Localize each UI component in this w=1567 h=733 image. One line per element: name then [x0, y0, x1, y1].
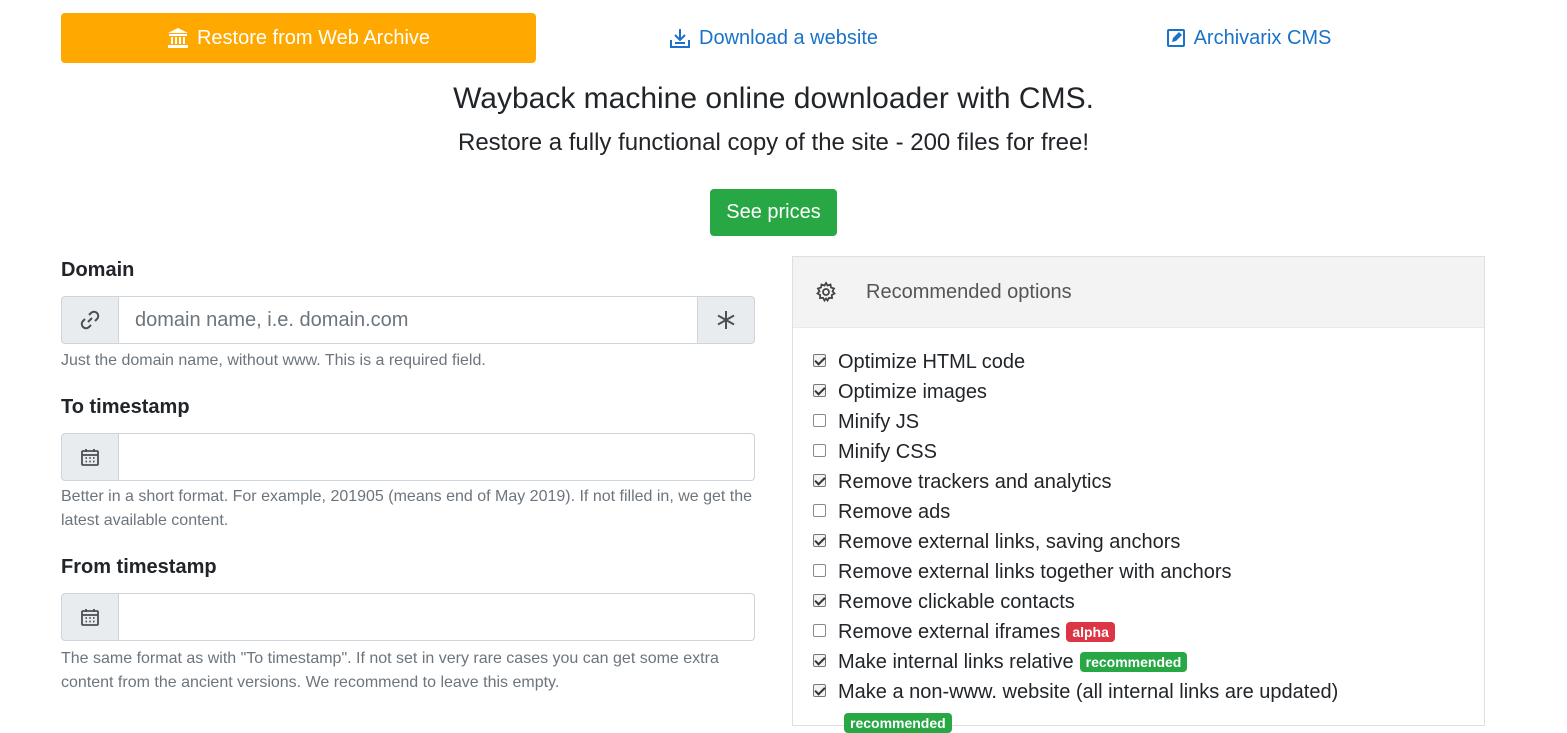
checkbox[interactable] — [813, 503, 826, 517]
link-addon — [61, 296, 119, 344]
option-label: Minify CSS — [838, 440, 937, 463]
option-minify-js[interactable]: Minify JS — [813, 407, 1474, 437]
option-label: Remove external iframes — [838, 620, 1061, 643]
alpha-badge: alpha — [1066, 622, 1115, 642]
option-label: Optimize HTML code — [838, 350, 1026, 373]
option-label: Make a non-www. website (all internal li… — [838, 680, 1339, 703]
domain-label: Domain — [61, 259, 135, 281]
to-timestamp-input-group — [61, 433, 755, 481]
domain-input[interactable] — [119, 296, 698, 344]
restore-tab-label: Restore from Web Archive — [196, 26, 431, 49]
page-title: Wayback machine online downloader with C… — [453, 82, 1094, 115]
checkbox[interactable] — [813, 563, 826, 577]
option-label: Optimize images — [838, 380, 987, 403]
checkbox[interactable] — [813, 533, 826, 547]
option-remove-ads[interactable]: Remove ads — [813, 497, 1474, 527]
top-nav: Restore from Web Archive Download a webs… — [61, 13, 1486, 63]
option-make-non-www[interactable]: Make a non-www. website (all internal li… — [813, 677, 1474, 707]
options-panel-title: Recommended options — [866, 280, 1072, 303]
options-list: Optimize HTML code Optimize images Minif… — [813, 347, 1474, 707]
domain-input-group — [61, 296, 755, 344]
download-icon — [670, 29, 690, 48]
restore-from-archive-tab[interactable]: Restore from Web Archive — [61, 13, 536, 63]
edit-icon — [1166, 29, 1185, 47]
options-panel-header: Recommended options — [793, 257, 1484, 328]
recommended-badge: recommended — [1079, 652, 1188, 672]
option-optimize-images[interactable]: Optimize images — [813, 377, 1474, 407]
link-icon — [80, 310, 100, 330]
options-panel: Recommended options Optimize HTML code O… — [792, 256, 1485, 726]
page-subtitle: Restore a fully functional copy of the s… — [458, 129, 1089, 156]
recommended-badge: recommended — [844, 713, 952, 733]
option-minify-css[interactable]: Minify CSS — [813, 437, 1474, 467]
option-label: Remove trackers and analytics — [838, 470, 1112, 493]
to-timestamp-input[interactable] — [119, 433, 755, 481]
see-prices-button[interactable]: See prices — [710, 189, 837, 236]
option-label: Remove ads — [838, 500, 951, 523]
to-timestamp-help: Better in a short format. For example, 2… — [61, 488, 753, 529]
bank-icon — [167, 28, 188, 48]
to-timestamp-label: To timestamp — [61, 396, 190, 418]
checkbox[interactable] — [813, 413, 826, 427]
checkbox[interactable] — [813, 683, 826, 697]
option-remove-clickable-contacts[interactable]: Remove clickable contacts — [813, 587, 1474, 617]
from-timestamp-input-group — [61, 593, 755, 641]
checkbox[interactable] — [813, 443, 826, 457]
option-label: Remove external links, saving anchors — [838, 530, 1181, 553]
archivarix-cms-tab[interactable]: Archivarix CMS — [1011, 13, 1486, 63]
option-label: Remove external links together with anch… — [838, 560, 1232, 583]
option-optimize-html[interactable]: Optimize HTML code — [813, 347, 1474, 377]
option-label: Remove clickable contacts — [838, 590, 1075, 613]
calendar-addon — [61, 593, 119, 641]
checkbox[interactable] — [813, 383, 826, 397]
checkbox[interactable] — [813, 653, 826, 667]
option-make-internal-links-relative[interactable]: Make internal links relative recommended — [813, 647, 1474, 677]
checkbox[interactable] — [813, 473, 826, 487]
option-label: Minify JS — [838, 410, 920, 433]
option-remove-external-links-with-anchors[interactable]: Remove external links together with anch… — [813, 557, 1474, 587]
option-remove-external-iframes[interactable]: Remove external iframes alpha — [813, 617, 1474, 647]
from-timestamp-help: The same format as with "To timestamp". … — [61, 650, 719, 691]
gear-icon — [815, 281, 837, 303]
from-timestamp-label: From timestamp — [61, 556, 217, 578]
wildcard-button[interactable] — [698, 296, 755, 344]
asterisk-icon — [717, 311, 735, 329]
checkbox[interactable] — [813, 623, 826, 637]
download-tab-label: Download a website — [699, 26, 878, 49]
option-remove-trackers[interactable]: Remove trackers and analytics — [813, 467, 1474, 497]
option-remove-external-links-saving-anchors[interactable]: Remove external links, saving anchors — [813, 527, 1474, 557]
calendar-addon — [61, 433, 119, 481]
checkbox[interactable] — [813, 353, 826, 367]
calendar-icon — [81, 449, 99, 466]
domain-help: Just the domain name, without www. This … — [61, 352, 486, 369]
cms-tab-label: Archivarix CMS — [1193, 26, 1332, 49]
calendar-icon — [81, 609, 99, 626]
option-label: Make internal links relative — [838, 650, 1074, 673]
from-timestamp-input[interactable] — [119, 593, 755, 641]
download-website-tab[interactable]: Download a website — [536, 13, 1011, 63]
checkbox[interactable] — [813, 593, 826, 607]
